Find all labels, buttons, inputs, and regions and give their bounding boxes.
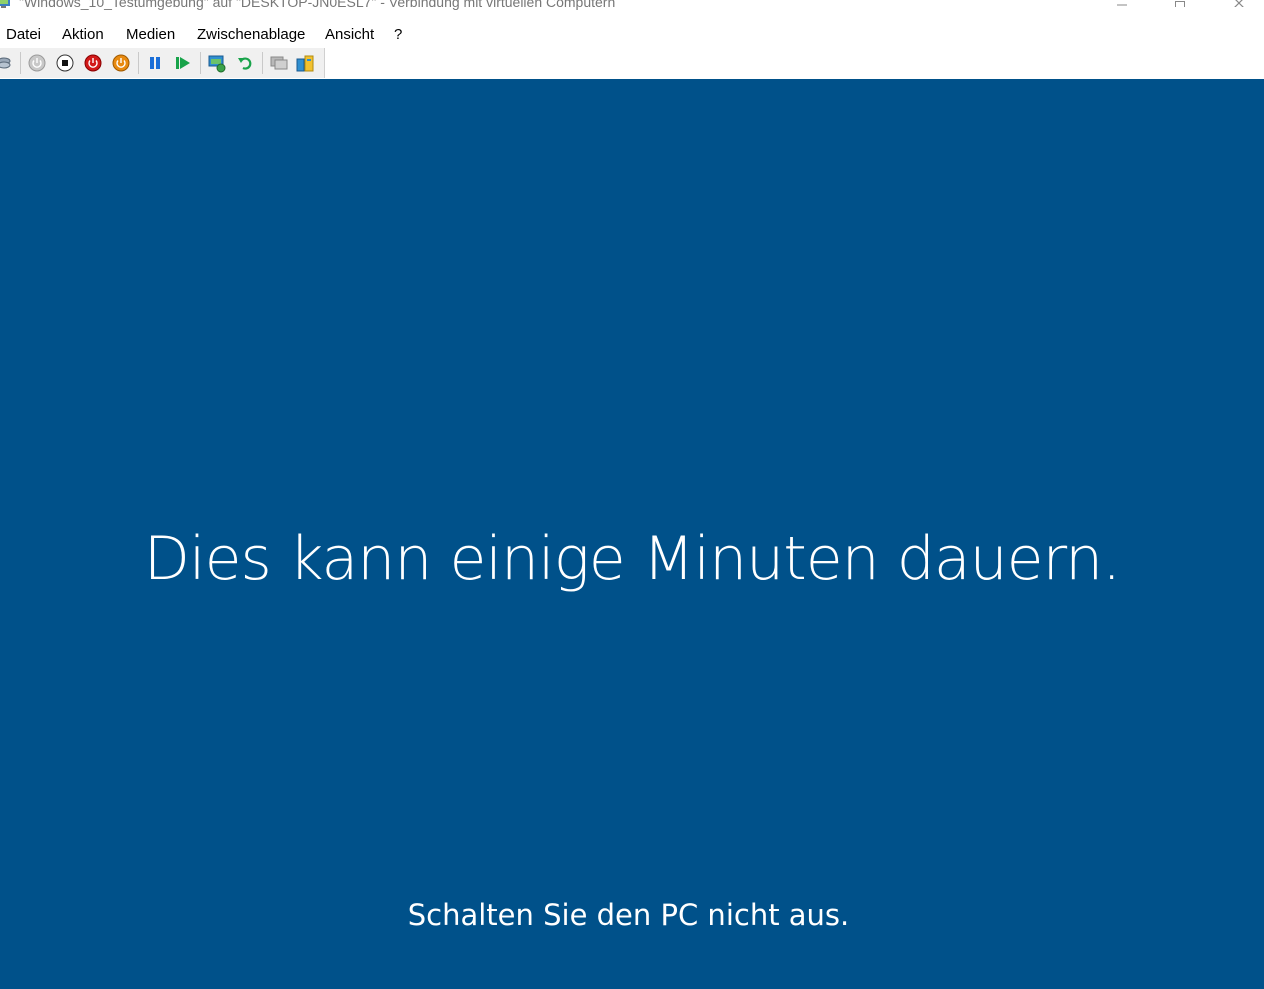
menu-help[interactable]: ? xyxy=(394,26,402,43)
revert-button[interactable] xyxy=(235,53,255,73)
toolbar-separator xyxy=(138,52,139,74)
ctrl-alt-del-icon xyxy=(0,57,11,69)
turn-off-icon xyxy=(56,54,74,72)
title-bar: "Windows_10_Testumgebung" auf "DESKTOP-J… xyxy=(0,0,1264,18)
enhanced-session-button[interactable] xyxy=(269,53,289,73)
checkpoint-button[interactable] xyxy=(207,53,227,73)
shut-down-icon xyxy=(84,54,102,72)
update-message: Dies kann einige Minuten dauern. xyxy=(143,524,1122,594)
minimize-button[interactable] xyxy=(1099,0,1145,16)
toolbar xyxy=(0,48,325,78)
revert-icon xyxy=(238,57,252,70)
start-button[interactable] xyxy=(27,53,47,73)
toolbar-separator xyxy=(20,52,21,74)
menu-ansicht[interactable]: Ansicht xyxy=(325,26,374,43)
vm-display[interactable]: Dies kann einige Minuten dauern. Schalte… xyxy=(0,79,1264,989)
toolbar-separator xyxy=(262,52,263,74)
start-icon xyxy=(28,54,46,72)
resume-button[interactable] xyxy=(173,53,193,73)
share-button[interactable] xyxy=(295,53,315,73)
toolbar-separator xyxy=(200,52,201,74)
save-state-icon xyxy=(112,54,130,72)
maximize-icon xyxy=(1175,1,1185,7)
enhanced-session-icon xyxy=(270,56,288,70)
resume-icon xyxy=(176,57,190,69)
maximize-button[interactable] xyxy=(1157,0,1203,16)
pause-button[interactable] xyxy=(145,53,165,73)
checkpoint-icon xyxy=(208,55,226,73)
ctrl-alt-del-button[interactable] xyxy=(0,53,14,73)
menu-aktion[interactable]: Aktion xyxy=(62,26,104,43)
menu-medien[interactable]: Medien xyxy=(126,26,175,43)
power-warning: Schalten Sie den PC nicht aus. xyxy=(407,898,850,932)
close-icon xyxy=(1234,0,1244,7)
menu-datei[interactable]: Datei xyxy=(6,26,41,43)
close-button[interactable] xyxy=(1216,0,1262,16)
turn-off-button[interactable] xyxy=(55,53,75,73)
menu-bar: Datei Aktion Medien Zwischenablage Ansic… xyxy=(0,24,1264,46)
pause-icon xyxy=(150,57,160,69)
shut-down-button[interactable] xyxy=(83,53,103,73)
menu-zwischenablage[interactable]: Zwischenablage xyxy=(197,26,305,43)
window-title: "Windows_10_Testumgebung" auf "DESKTOP-J… xyxy=(19,0,616,10)
save-state-button[interactable] xyxy=(111,53,131,73)
minimize-icon xyxy=(1117,4,1127,6)
vm-connect-icon xyxy=(0,0,10,8)
share-icon xyxy=(296,55,314,72)
